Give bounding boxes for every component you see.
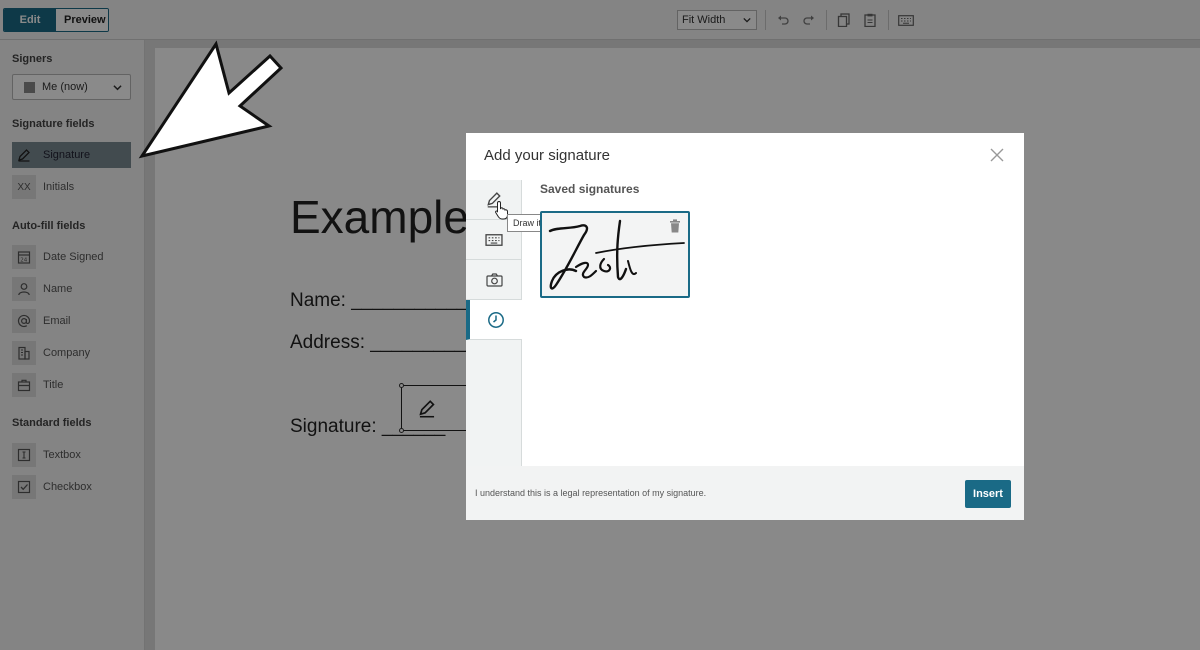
saved-signatures-heading: Saved signatures xyxy=(540,182,640,196)
modal-footer: I understand this is a legal representat… xyxy=(466,466,1024,520)
trash-icon[interactable] xyxy=(669,219,681,233)
annotation-arrow-icon xyxy=(138,40,284,159)
tab-upload-photo[interactable] xyxy=(466,260,522,300)
legal-disclaimer: I understand this is a legal representat… xyxy=(475,488,707,498)
close-icon[interactable] xyxy=(990,148,1004,162)
modal-title: Add your signature xyxy=(484,147,610,164)
add-signature-modal: Add your signature Draw it in Saved sign… xyxy=(466,133,1024,520)
clock-icon xyxy=(488,311,504,328)
keyboard-icon xyxy=(485,233,503,246)
camera-icon xyxy=(485,272,503,287)
insert-button[interactable]: Insert xyxy=(965,480,1011,508)
signature-drawing xyxy=(548,219,685,290)
tab-saved-signatures[interactable] xyxy=(466,300,522,340)
saved-signature-card[interactable] xyxy=(540,211,690,298)
